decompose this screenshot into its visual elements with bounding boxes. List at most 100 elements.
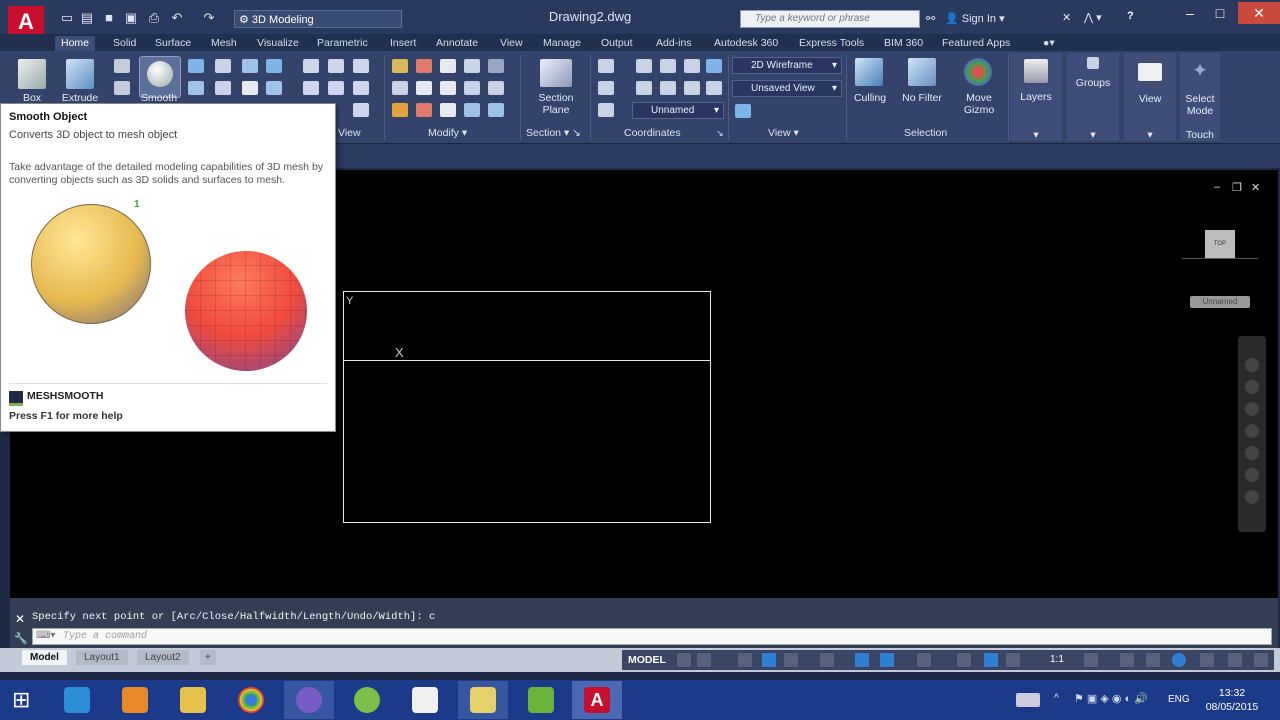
workspace-switch-icon[interactable] [1084,653,1098,667]
ucs-3point-icon[interactable] [706,81,722,95]
tab-home[interactable]: Home [55,36,96,51]
tab-model[interactable]: Model [22,650,67,665]
minimize-icon[interactable]: – [1176,2,1204,24]
command-input[interactable]: Type a command [32,628,1272,645]
union-icon[interactable] [188,59,204,73]
named-view-dropdown[interactable]: Unsaved View ▾ [732,80,842,97]
rotate-icon[interactable] [416,59,432,73]
polar-icon[interactable] [784,653,798,667]
binoculars-icon[interactable]: ⚯ [926,12,935,25]
presspull-icon[interactable] [114,81,130,95]
search-input[interactable]: Type a keyword or phrase [740,10,920,28]
orbit-icon[interactable] [1245,424,1259,438]
ucs-icon[interactable] [598,59,614,73]
workspace-dropdown[interactable]: ⚙ 3D Modeling [234,10,402,28]
intersect-icon[interactable] [242,59,258,73]
tab-autodesk-360[interactable]: Autodesk 360 [714,36,778,51]
ucs-x-icon[interactable] [660,59,676,73]
save-as-icon[interactable]: ▣ [122,10,140,26]
print-icon[interactable]: ⎙ [145,10,163,26]
tab-manage[interactable]: Manage [543,36,581,51]
imprint-icon[interactable] [266,81,282,95]
customization-icon[interactable] [1254,653,1268,667]
pan-icon[interactable] [1245,380,1259,394]
steering-wheel-icon[interactable] [1245,358,1259,372]
align-icon[interactable] [440,103,456,117]
extract-edges-icon[interactable] [266,59,282,73]
isodraft-icon[interactable] [820,653,834,667]
grid-icon[interactable] [677,653,691,667]
sign-in-button[interactable]: 👤 Sign In ▾ [945,12,1005,25]
ucs-y-icon[interactable] [684,59,700,73]
ucs-face-icon[interactable] [684,81,700,95]
erase-icon[interactable] [488,81,504,95]
move-icon[interactable] [392,59,408,73]
annotation-scale[interactable]: 1:1 [1050,654,1064,665]
select-mode-label[interactable]: Select Mode [1180,93,1220,117]
taskbar-amazon[interactable] [400,681,450,719]
object-snap-icon[interactable] [880,653,894,667]
add-layout-icon[interactable]: + [200,650,216,665]
tab-express-tools[interactable]: Express Tools [799,36,864,51]
start-button[interactable]: ⊞ [0,681,50,719]
wrench-icon[interactable]: 🔧 [14,632,28,645]
panel-view-label[interactable]: View [338,127,361,139]
taskbar-chrome[interactable] [226,681,276,719]
close-command-icon[interactable]: ✕ [15,612,25,626]
a360-icon[interactable]: ⋀ ▾ [1084,11,1102,24]
ortho-icon[interactable] [762,653,776,667]
keyboard-icon[interactable] [1016,693,1040,707]
circle-icon[interactable] [303,81,319,95]
isolate-objects-icon[interactable] [1172,653,1186,667]
fillet-icon[interactable] [488,59,504,73]
tab-mesh[interactable]: Mesh [211,36,237,51]
mirror-icon[interactable] [464,59,480,73]
selection-cycling-icon[interactable] [957,653,971,667]
snap-icon[interactable] [697,653,711,667]
units-icon[interactable] [1146,653,1160,667]
ucs-named-icon[interactable] [598,103,614,117]
tab-add-ins[interactable]: Add-ins [656,36,692,51]
interfere-icon[interactable] [242,81,258,95]
undo-icon[interactable]: ↶ [168,10,186,26]
tab-insert[interactable]: Insert [390,36,416,51]
ucs-origin-icon[interactable] [598,81,614,95]
culling-icon[interactable] [855,58,883,86]
save-icon[interactable]: ■ [100,10,118,26]
close-icon[interactable]: ✕ [1238,2,1280,24]
array-icon[interactable] [392,81,408,95]
viewport-restore-icon[interactable]: ❐ [1232,181,1242,194]
exchange-icon[interactable]: ✕ [1062,11,1071,24]
tab-solid[interactable]: Solid [113,36,136,51]
open-icon[interactable]: ▤ [78,10,96,26]
copy-icon[interactable] [440,59,456,73]
ucs-object-icon[interactable] [660,81,676,95]
draw-line-icon[interactable] [303,59,319,73]
model-space-button[interactable]: MODEL [628,654,666,666]
prompt-icon[interactable]: ⌨▾ [36,630,55,641]
3d-array-icon[interactable] [464,103,480,117]
panel-view2-label[interactable]: View ▾ [768,127,799,139]
clean-screen-icon[interactable] [1228,653,1242,667]
polyline-icon[interactable] [328,59,344,73]
arc-icon[interactable] [353,59,369,73]
maximize-icon[interactable]: □ [1206,2,1234,24]
viewport-config-icon[interactable] [735,104,751,118]
ucs-view-icon[interactable] [636,81,652,95]
auto-scale-icon[interactable] [1006,653,1020,667]
viewport-minimize-icon[interactable]: – [1214,181,1220,193]
groups-panel[interactable]: Groups ▾ [1067,53,1119,141]
taskbar-internet-explorer[interactable] [52,681,102,719]
stretch-icon[interactable] [440,81,456,95]
panel-modify-label[interactable]: Modify ▾ [428,127,467,139]
viewcube[interactable]: TOP [1205,230,1235,258]
slice-icon[interactable] [188,81,204,95]
panel-coordinates-label[interactable]: Coordinates [624,127,681,139]
offset-icon[interactable] [416,103,432,117]
show-hidden-icons[interactable]: ^ [1054,693,1059,704]
ucs-world-icon[interactable] [636,59,652,73]
taskbar-autocad[interactable]: A [572,681,622,719]
system-clock[interactable]: 13:32 08/05/2015 [1202,686,1262,714]
3d-mirror-icon[interactable] [488,103,504,117]
scale-icon[interactable] [416,81,432,95]
